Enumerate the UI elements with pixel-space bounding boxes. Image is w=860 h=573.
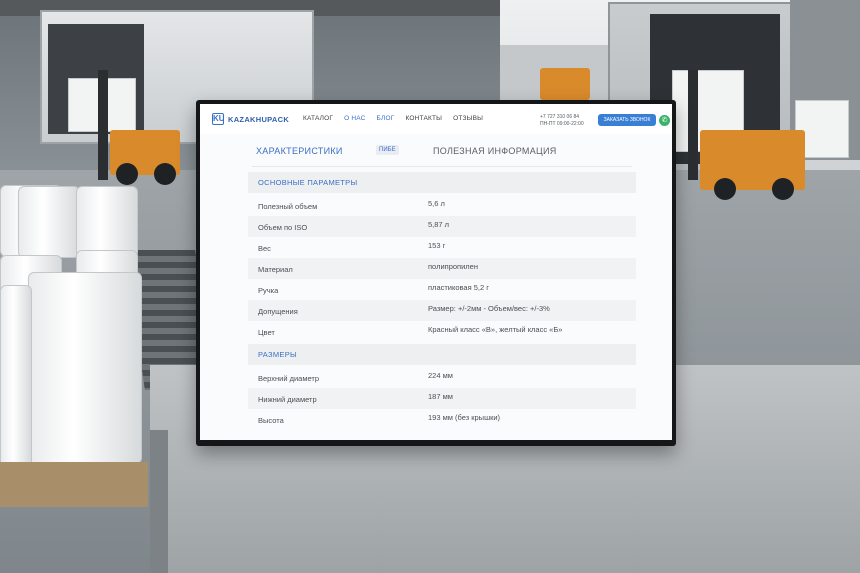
forklift — [688, 70, 805, 200]
row-value: Размер: +/-2мм - Объем/вес: +/-3% — [428, 304, 550, 313]
menu-item-catalog[interactable]: КАТАЛОГ — [303, 115, 333, 122]
phone-number[interactable]: +7 727 310 06 84 — [540, 114, 584, 121]
table-row: Верхний диаметр 224 мм — [248, 367, 636, 388]
row-key: Материал — [258, 265, 293, 274]
table-row: Полезный объем 5,6 л — [248, 195, 636, 216]
section-header-main: ОСНОВНЫЕ ПАРАМЕТРЫ — [248, 172, 636, 193]
tab-characteristics[interactable]: ХАРАКТЕРИСТИКИ — [256, 146, 343, 156]
table-row: Цвет Красный класс «В», желтый класс «Б» — [248, 321, 636, 342]
row-key: Ручка — [258, 286, 279, 295]
pallet — [0, 462, 148, 507]
table-row: Вес 153 г — [248, 237, 636, 258]
whatsapp-icon[interactable]: ✆ — [659, 115, 670, 126]
tab-useful-info[interactable]: ПОЛЕЗНАЯ ИНФОРМАЦИЯ — [433, 146, 557, 156]
bucket — [18, 186, 80, 258]
row-key: Верхний диаметр — [258, 374, 320, 383]
row-value: 153 г — [428, 241, 446, 250]
logo[interactable]: KU KAZAKHUPACK — [212, 113, 289, 125]
specs-table: ОСНОВНЫЕ ПАРАМЕТРЫ Полезный объем 5,6 л … — [248, 172, 636, 430]
section-header-dimensions: РАЗМЕРЫ — [248, 344, 636, 365]
working-hours: ПН-ПТ 09:00-22:00 — [540, 121, 584, 127]
row-value: 5,6 л — [428, 199, 445, 208]
website-screen: KU KAZAKHUPACK КАТАЛОГ О НАС БЛОГ КОНТАК… — [200, 104, 672, 440]
table-row: Нижний диаметр 187 мм — [248, 388, 636, 409]
row-value: пластиковая 5,2 г — [428, 283, 489, 292]
logo-icon: KU — [212, 113, 225, 125]
bucket — [76, 186, 138, 258]
menu-item-blog[interactable]: БЛОГ — [377, 115, 395, 122]
table-row: Высота 193 мм (без крышки) — [248, 409, 636, 430]
main-menu: КАТАЛОГ О НАС БЛОГ КОНТАКТЫ ОТЗЫВЫ — [303, 115, 483, 122]
row-key: Объем по ISO — [258, 223, 308, 232]
forklift — [540, 68, 590, 100]
menu-item-about[interactable]: О НАС — [344, 115, 365, 122]
table-row: Допущения Размер: +/-2мм - Объем/вес: +/… — [248, 300, 636, 321]
monitor: KU KAZAKHUPACK КАТАЛОГ О НАС БЛОГ КОНТАК… — [196, 100, 676, 446]
logo-text: KAZAKHUPACK — [228, 114, 290, 124]
table-row: Объем по ISO 5,87 л — [248, 216, 636, 237]
table-row: Ручка пластиковая 5,2 г — [248, 279, 636, 300]
contact-info: +7 727 310 06 84 ПН-ПТ 09:00-22:00 — [540, 114, 584, 128]
row-key: Нижний диаметр — [258, 395, 317, 404]
navbar: KU KAZAKHUPACK КАТАЛОГ О НАС БЛОГ КОНТАК… — [200, 104, 672, 134]
row-value: 224 мм — [428, 371, 453, 380]
menu-item-reviews[interactable]: ОТЗЫВЫ — [453, 115, 483, 122]
row-key: Допущения — [258, 307, 298, 316]
row-value: полипропилен — [428, 262, 478, 271]
section-title: РАЗМЕРЫ — [258, 350, 297, 359]
forklift — [98, 70, 180, 185]
row-value: 187 мм — [428, 392, 453, 401]
row-key: Полезный объем — [258, 202, 318, 211]
bucket-column — [0, 285, 32, 472]
section-title: ОСНОВНЫЕ ПАРАМЕТРЫ — [258, 178, 358, 187]
row-value: 5,87 л — [428, 220, 450, 229]
row-value: Красный класс «В», желтый класс «Б» — [428, 325, 563, 334]
row-value: 193 мм (без крышки) — [428, 413, 501, 422]
row-key: Вес — [258, 244, 271, 253]
menu-item-contacts[interactable]: КОНТАКТЫ — [405, 115, 442, 122]
table-row: Материал полипропилен — [248, 258, 636, 279]
row-key: Цвет — [258, 328, 275, 337]
tab-badge[interactable]: ПИБЕ — [376, 145, 399, 155]
tabs-divider — [252, 166, 632, 167]
row-key: Высота — [258, 416, 284, 425]
request-call-button[interactable]: ЗАКАЗАТЬ ЗВОНОК — [598, 114, 656, 126]
concrete-block-side — [150, 430, 168, 573]
bucket-column — [28, 272, 142, 464]
info-tabs: ХАРАКТЕРИСТИКИ ПИБЕ ПОЛЕЗНАЯ ИНФОРМАЦИЯ — [200, 140, 672, 160]
